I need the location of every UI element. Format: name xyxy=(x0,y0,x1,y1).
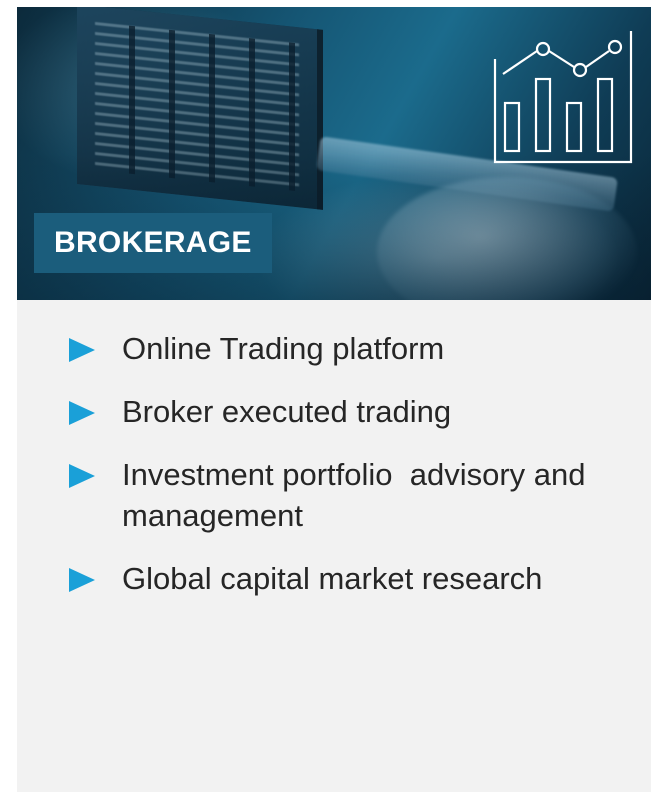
section-title: BROKERAGE xyxy=(34,213,272,273)
triangle-bullet-icon xyxy=(69,401,95,425)
brokerage-card: BROKERAGE Online Trading platform Broker… xyxy=(17,7,651,792)
list-item-label: Online Trading platform xyxy=(122,331,445,366)
list-item: Global capital market research xyxy=(34,558,651,599)
list-item: Investment portfolio advisory and manage… xyxy=(34,454,651,536)
line-and-bar-chart-icon xyxy=(493,31,633,164)
hero-image: BROKERAGE xyxy=(17,7,651,300)
list-item-label: Investment portfolio advisory and manage… xyxy=(122,457,595,533)
triangle-bullet-icon xyxy=(69,464,95,488)
services-list: Online Trading platform Broker executed … xyxy=(34,328,651,599)
list-item-label: Global capital market research xyxy=(122,561,543,596)
triangle-bullet-icon xyxy=(69,568,95,592)
list-item-label: Broker executed trading xyxy=(122,394,452,429)
triangle-bullet-icon xyxy=(69,338,95,362)
list-item: Broker executed trading xyxy=(34,391,651,432)
list-item: Online Trading platform xyxy=(34,328,651,369)
